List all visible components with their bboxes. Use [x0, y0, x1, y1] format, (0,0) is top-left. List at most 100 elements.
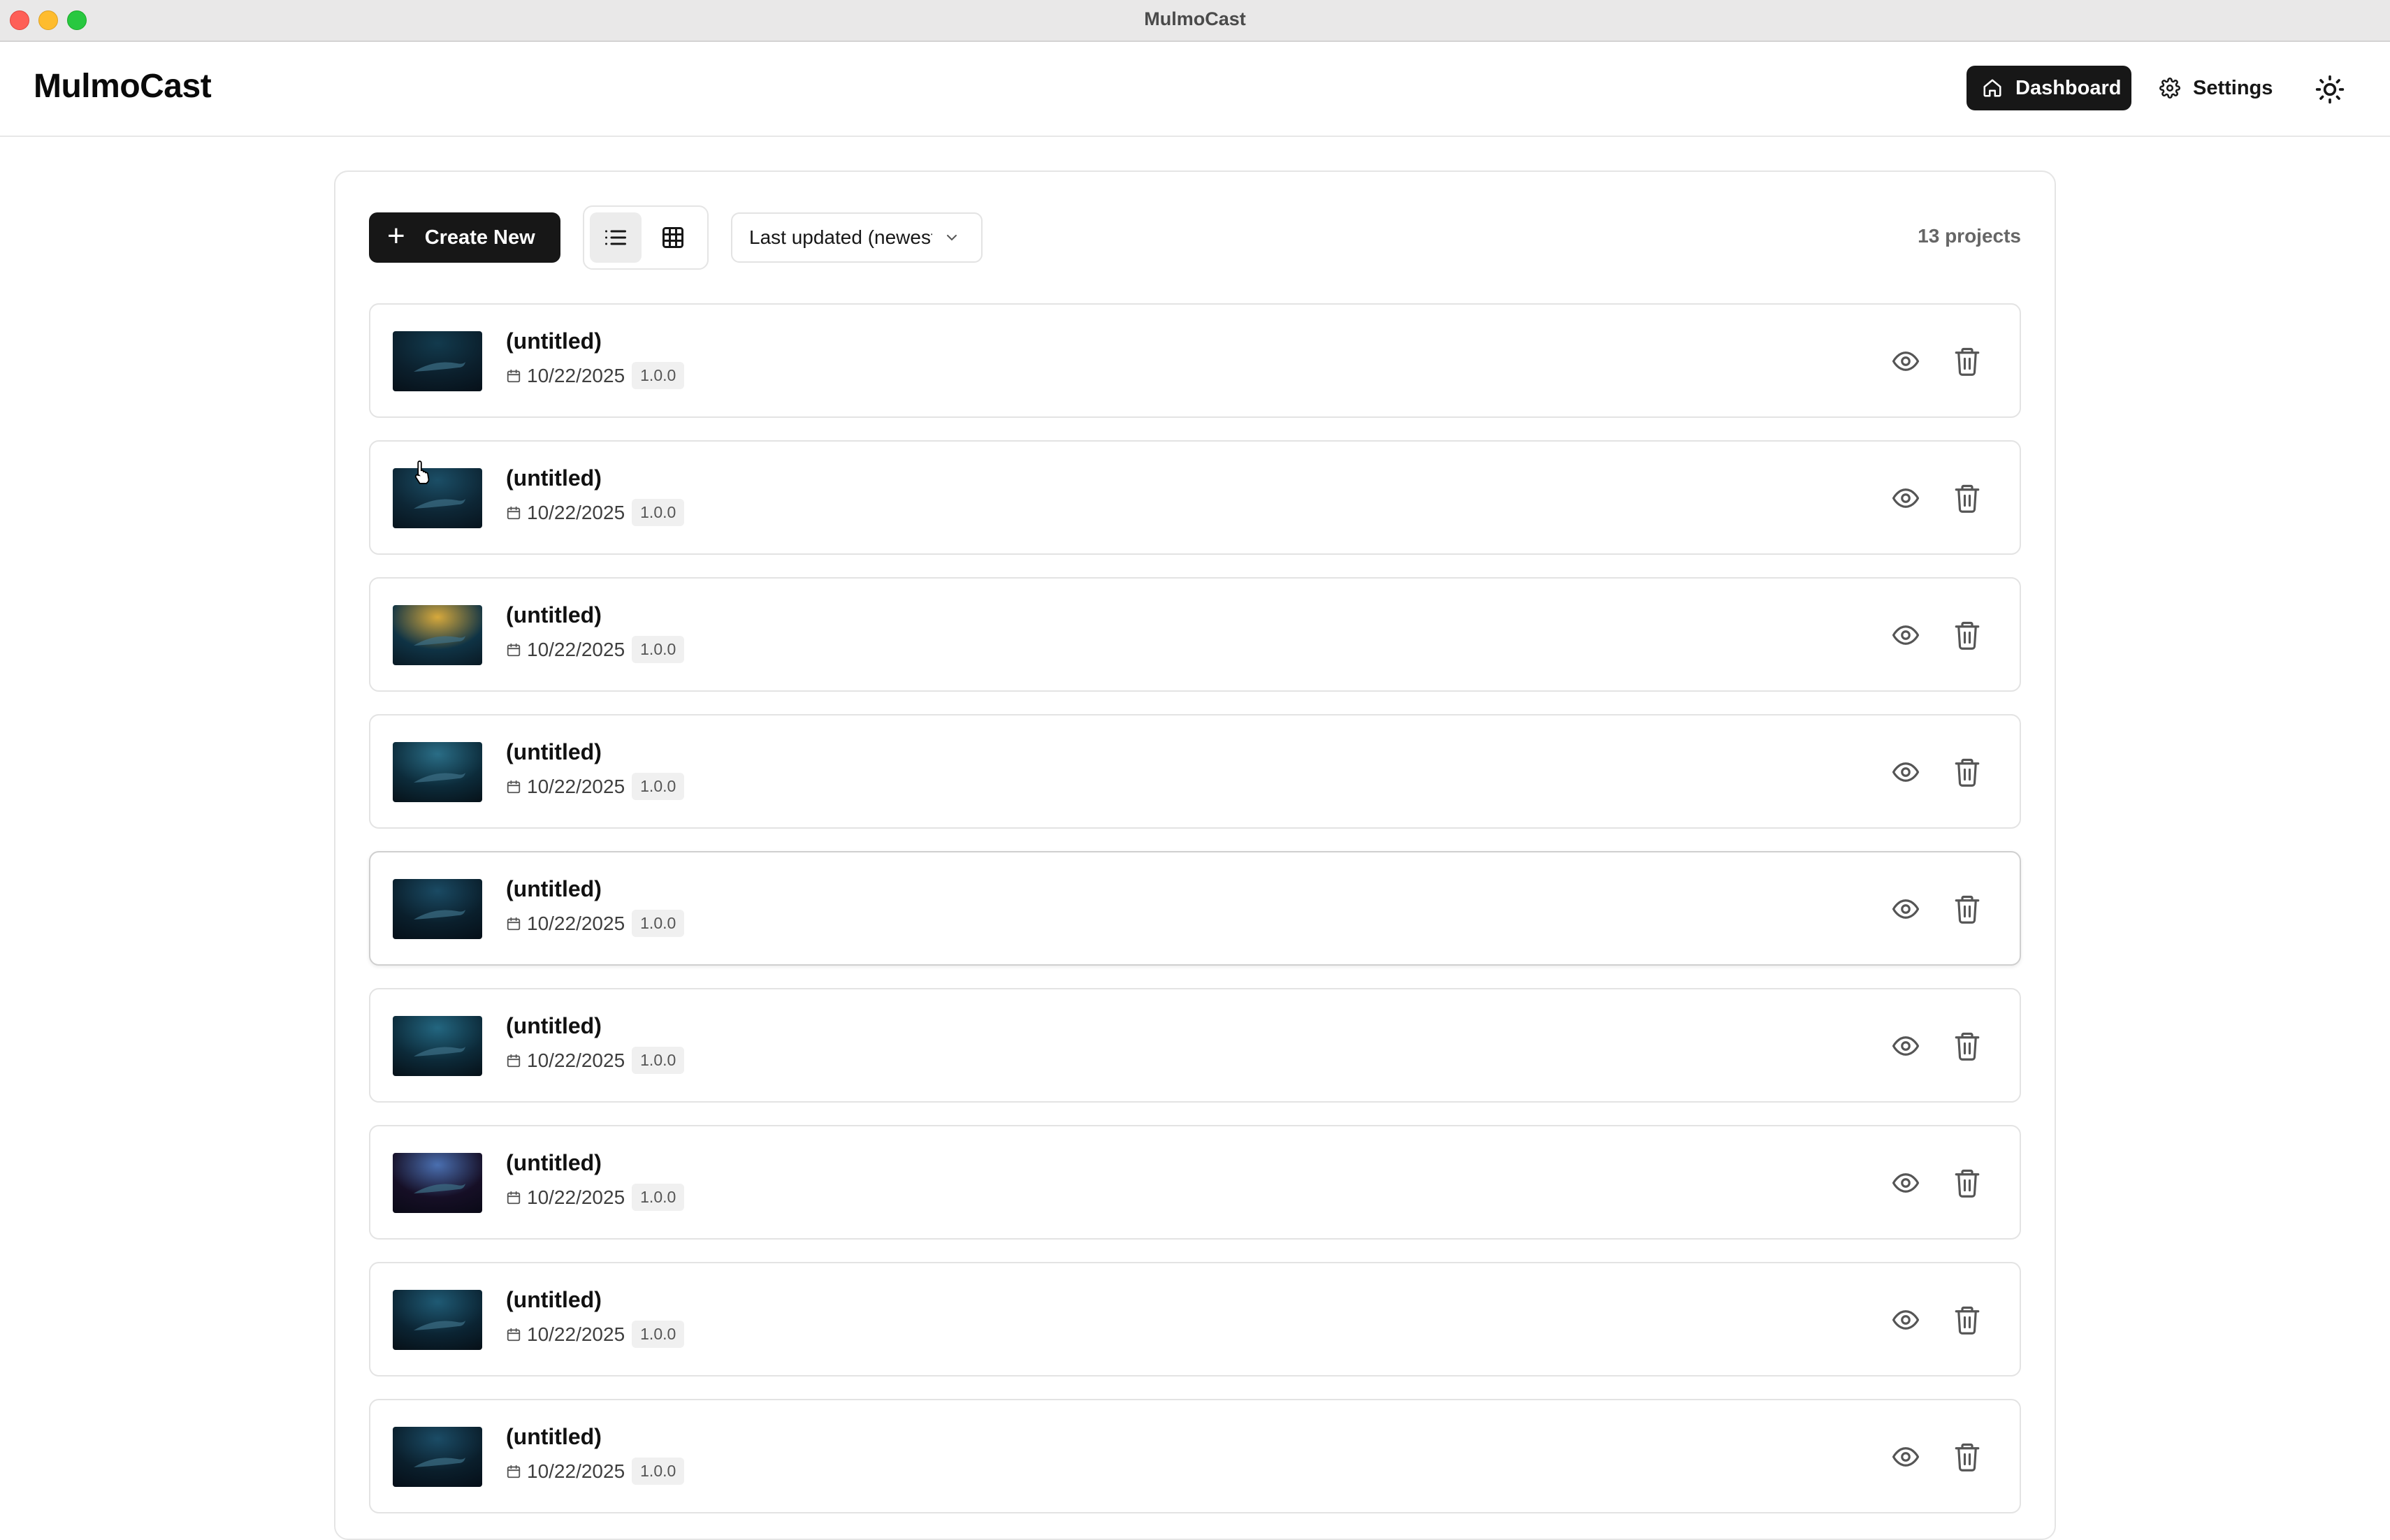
project-title[interactable]: (untitled): [506, 1013, 602, 1039]
delete-project-button[interactable]: [1953, 1030, 1982, 1062]
project-row[interactable]: (untitled) 10/22/2025 1.0.0: [369, 577, 2021, 692]
delete-project-button[interactable]: [1953, 1441, 1982, 1473]
calendar-icon: [507, 917, 521, 930]
project-date: 10/22/2025: [527, 775, 625, 797]
grid-view-icon: [662, 227, 683, 248]
project-row[interactable]: (untitled) 10/22/2025 1.0.0: [369, 1399, 2021, 1513]
project-meta: 10/22/2025 1.0.0: [506, 1321, 685, 1348]
project-title[interactable]: (untitled): [506, 876, 602, 902]
eye-icon: [1892, 351, 1920, 371]
project-thumbnail[interactable]: [393, 1153, 482, 1213]
project-version-badge: 1.0.0: [632, 362, 685, 389]
project-date: 10/22/2025: [527, 638, 625, 660]
plus-icon: +: [387, 219, 405, 253]
project-date: 10/22/2025: [527, 1323, 625, 1345]
view-project-button[interactable]: [1891, 1168, 1920, 1198]
project-meta: 10/22/2025 1.0.0: [506, 1047, 685, 1074]
project-title[interactable]: (untitled): [506, 1150, 602, 1176]
delete-project-button[interactable]: [1953, 893, 1982, 925]
project-row[interactable]: (untitled) 10/22/2025 1.0.0: [369, 303, 2021, 418]
calendar-icon: [507, 506, 521, 519]
eye-icon: [1892, 1173, 1920, 1193]
project-row[interactable]: (untitled) 10/22/2025 1.0.0: [369, 440, 2021, 555]
calendar-icon: [507, 1054, 521, 1067]
project-title[interactable]: (untitled): [506, 465, 602, 491]
project-title[interactable]: (untitled): [506, 1424, 602, 1450]
project-date: 10/22/2025: [527, 1186, 625, 1208]
project-meta: 10/22/2025 1.0.0: [506, 362, 685, 389]
create-new-label: Create New: [424, 226, 535, 249]
project-version-badge: 1.0.0: [632, 1047, 685, 1074]
create-new-button[interactable]: + Create New: [369, 212, 560, 263]
grid-view-button[interactable]: [647, 212, 699, 263]
project-thumbnail[interactable]: [393, 742, 482, 802]
delete-project-button[interactable]: [1953, 345, 1982, 377]
view-project-button[interactable]: [1891, 484, 1920, 513]
chevron-down-icon: [947, 235, 957, 241]
calendar-icon: [507, 643, 521, 656]
sort-select-value: Last updated (newest first): [749, 226, 932, 248]
project-version-badge: 1.0.0: [632, 1184, 685, 1211]
view-project-button[interactable]: [1891, 1442, 1920, 1472]
project-date: 10/22/2025: [527, 1049, 625, 1071]
trash-icon: [1955, 1169, 1980, 1198]
view-project-button[interactable]: [1891, 1305, 1920, 1335]
delete-project-button[interactable]: [1953, 1167, 1982, 1199]
project-row[interactable]: (untitled) 10/22/2025 1.0.0: [369, 714, 2021, 829]
list-view-icon: [605, 230, 626, 245]
project-row[interactable]: (untitled) 10/22/2025 1.0.0: [369, 1125, 2021, 1240]
project-title[interactable]: (untitled): [506, 1287, 602, 1313]
project-meta: 10/22/2025 1.0.0: [506, 1458, 685, 1485]
eye-icon: [1892, 1310, 1920, 1330]
nav-dashboard-label: Dashboard: [2015, 76, 2122, 99]
nav-dashboard-button[interactable]: Dashboard: [1967, 66, 2131, 110]
project-version-badge: 1.0.0: [632, 910, 685, 937]
project-title[interactable]: (untitled): [506, 739, 602, 765]
nav-settings-button[interactable]: Settings: [2159, 66, 2285, 110]
project-thumbnail[interactable]: [393, 331, 482, 391]
calendar-icon: [507, 369, 521, 382]
project-meta: 10/22/2025 1.0.0: [506, 499, 685, 526]
project-row[interactable]: (untitled) 10/22/2025 1.0.0: [369, 988, 2021, 1103]
project-version-badge: 1.0.0: [632, 1321, 685, 1348]
trash-icon: [1955, 621, 1980, 650]
window-titlebar: MulmoCast: [0, 0, 2390, 42]
trash-icon: [1955, 1443, 1980, 1472]
sort-select[interactable]: Last updated (newest first): [731, 212, 983, 263]
project-thumbnail[interactable]: [393, 1016, 482, 1076]
trash-icon: [1955, 758, 1980, 787]
brand-logo[interactable]: MulmoCast: [34, 67, 212, 106]
project-title[interactable]: (untitled): [506, 328, 602, 354]
view-project-button[interactable]: [1891, 620, 1920, 650]
project-thumbnail[interactable]: [393, 1290, 482, 1350]
trash-icon: [1955, 1032, 1980, 1061]
trash-icon: [1955, 1306, 1980, 1335]
delete-project-button[interactable]: [1953, 482, 1982, 514]
pointer-cursor-icon: [414, 460, 430, 484]
delete-project-button[interactable]: [1953, 756, 1982, 788]
view-project-button[interactable]: [1891, 347, 1920, 376]
project-title[interactable]: (untitled): [506, 602, 602, 628]
view-project-button[interactable]: [1891, 757, 1920, 787]
delete-project-button[interactable]: [1953, 1304, 1982, 1336]
view-project-button[interactable]: [1891, 1031, 1920, 1061]
trash-icon: [1955, 347, 1980, 376]
eye-icon: [1892, 488, 1920, 508]
project-meta: 10/22/2025 1.0.0: [506, 636, 685, 663]
project-thumbnail[interactable]: [393, 1427, 482, 1487]
project-thumbnail[interactable]: [393, 879, 482, 939]
project-thumbnail[interactable]: [393, 605, 482, 665]
project-thumbnail[interactable]: [393, 468, 482, 528]
theme-toggle-button[interactable]: [2315, 74, 2345, 105]
eye-icon: [1892, 1447, 1920, 1467]
project-version-badge: 1.0.0: [632, 499, 685, 526]
view-project-button[interactable]: [1891, 894, 1920, 924]
home-icon: [1983, 79, 2001, 97]
project-count: 13 projects: [1918, 225, 2021, 247]
delete-project-button[interactable]: [1953, 619, 1982, 651]
list-view-button[interactable]: [590, 212, 642, 263]
project-row[interactable]: (untitled) 10/22/2025 1.0.0: [369, 851, 2021, 966]
project-version-badge: 1.0.0: [632, 1458, 685, 1485]
eye-icon: [1892, 625, 1920, 645]
project-row[interactable]: (untitled) 10/22/2025 1.0.0: [369, 1262, 2021, 1376]
